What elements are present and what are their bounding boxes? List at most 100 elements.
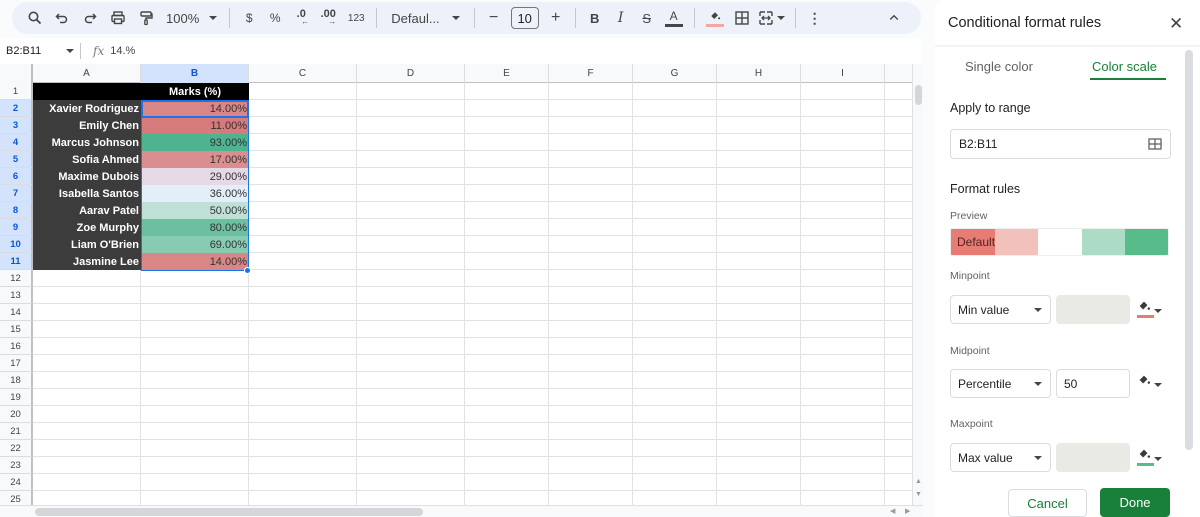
row-header-25[interactable]: 25 [0,491,33,505]
vertical-scroll-thumb[interactable] [915,85,922,105]
text-color-button[interactable]: A [660,4,688,32]
marks-cell[interactable]: 80.00% [141,219,249,236]
merge-cells-button[interactable] [755,4,789,32]
close-icon[interactable]: ✕ [1169,14,1183,34]
row-header-18[interactable]: 18 [0,372,33,389]
strikethrough-button[interactable]: S [634,4,660,32]
minpoint-color-button[interactable] [1137,299,1167,323]
row-header-14[interactable]: 14 [0,304,33,321]
student-name-cell[interactable]: Marcus Johnson [33,134,141,151]
row-header-7[interactable]: 7 [0,185,33,202]
fill-color-button[interactable] [701,4,729,32]
spreadsheet-grid[interactable]: ABCDEFGHI 1 2 3 4 5 6 7 8 9 10 11 12 13 14 15 16 17 18 19 2… [0,64,912,505]
more-options-button[interactable]: ⋮ [802,4,828,32]
row-header-6[interactable]: 6 [0,168,33,185]
column-header-e[interactable]: E [465,64,549,83]
print-button[interactable] [104,4,132,32]
panel-scrollbar[interactable] [1185,50,1193,450]
student-name-cell[interactable]: Liam O'Brien [33,236,141,253]
scroll-down-arrow-icon[interactable]: ▼ [915,491,922,498]
row-header-2[interactable]: 2 [0,100,33,117]
cell-a1[interactable] [33,83,141,100]
column-header-h[interactable]: H [717,64,801,83]
row-header-5[interactable]: 5 [0,151,33,168]
row-header-10[interactable]: 10 [0,236,33,253]
student-name-cell[interactable]: Jasmine Lee [33,253,141,270]
maxpoint-type-select[interactable]: Max value [950,443,1051,472]
student-name-cell[interactable]: Isabella Santos [33,185,141,202]
midpoint-color-button[interactable] [1137,373,1167,397]
midpoint-value-input[interactable]: 50 [1056,369,1130,398]
range-input[interactable]: B2:B11 [950,129,1171,159]
cancel-button[interactable]: Cancel [1008,489,1087,517]
row-header-13[interactable]: 13 [0,287,33,304]
done-button[interactable]: Done [1100,488,1170,517]
column-header-i[interactable]: I [801,64,885,83]
name-box[interactable]: B2:B11 [0,45,80,57]
vertical-scrollbar[interactable]: ▲ ▼ [912,64,923,505]
row-header-4[interactable]: 4 [0,134,33,151]
column-header-d[interactable]: D [357,64,465,83]
font-size-input[interactable]: 10 [510,7,539,29]
format-percent-button[interactable]: % [262,4,288,32]
font-select[interactable]: Defaul... [383,4,467,32]
marks-cell[interactable]: 11.00% [141,117,249,134]
row-header-12[interactable]: 12 [0,270,33,287]
undo-button[interactable] [48,4,76,32]
column-header-a[interactable]: A [33,64,141,83]
row-header-23[interactable]: 23 [0,457,33,474]
student-name-cell[interactable]: Sofia Ahmed [33,151,141,168]
row-header-20[interactable]: 20 [0,406,33,423]
row-header-21[interactable]: 21 [0,423,33,440]
marks-cell[interactable]: 69.00% [141,236,249,253]
row-header-8[interactable]: 8 [0,202,33,219]
column-header-c[interactable]: C [249,64,357,83]
scroll-up-arrow-icon[interactable]: ▲ [915,478,922,485]
fill-handle[interactable] [244,267,251,274]
column-header-g[interactable]: G [633,64,717,83]
increase-decimal-button[interactable]: .00 → [314,4,342,32]
scroll-right-arrow-icon[interactable]: ▶ [905,507,910,515]
tab-single-color[interactable]: Single color [965,59,1033,74]
row-header-19[interactable]: 19 [0,389,33,406]
column-header-f[interactable]: F [549,64,633,83]
borders-button[interactable] [729,4,755,32]
column-header-partial[interactable] [885,64,912,83]
zoom-select[interactable]: 100% [160,4,223,32]
row-header-15[interactable]: 15 [0,321,33,338]
italic-button[interactable]: I [608,4,634,32]
student-name-cell[interactable]: Aarav Patel [33,202,141,219]
horizontal-scroll-thumb[interactable] [35,508,423,516]
row-header-11[interactable]: 11 [0,253,33,270]
formula-input[interactable]: 14.% [110,45,921,57]
row-header-22[interactable]: 22 [0,440,33,457]
bold-button[interactable]: B [582,4,608,32]
search-menus-button[interactable] [22,4,48,32]
increase-font-size-button[interactable]: + [543,4,569,32]
marks-cell[interactable]: 50.00% [141,202,249,219]
marks-cell[interactable]: 17.00% [141,151,249,168]
column-header-b[interactable]: B [141,64,249,83]
format-currency-button[interactable]: $ [236,4,262,32]
marks-cell[interactable]: 36.00% [141,185,249,202]
paint-format-button[interactable] [132,4,160,32]
row-header-3[interactable]: 3 [0,117,33,134]
tab-color-scale[interactable]: Color scale [1092,59,1157,74]
student-name-cell[interactable]: Maxime Dubois [33,168,141,185]
horizontal-scrollbar[interactable]: ◀ ▶ [0,505,923,517]
marks-cell[interactable]: 93.00% [141,134,249,151]
redo-button[interactable] [76,4,104,32]
student-name-cell[interactable]: Zoe Murphy [33,219,141,236]
select-all-corner[interactable] [0,64,33,83]
midpoint-type-select[interactable]: Percentile [950,369,1051,398]
marks-cell[interactable]: 14.00% [141,253,249,270]
decrease-decimal-button[interactable]: .0 ← [288,4,314,32]
row-header-1[interactable]: 1 [0,83,33,100]
row-header-9[interactable]: 9 [0,219,33,236]
marks-cell[interactable]: 29.00% [141,168,249,185]
row-header-24[interactable]: 24 [0,474,33,491]
marks-cell[interactable]: 14.00% [141,100,249,117]
row-header-16[interactable]: 16 [0,338,33,355]
decrease-font-size-button[interactable]: − [481,4,507,32]
minpoint-type-select[interactable]: Min value [950,295,1051,324]
